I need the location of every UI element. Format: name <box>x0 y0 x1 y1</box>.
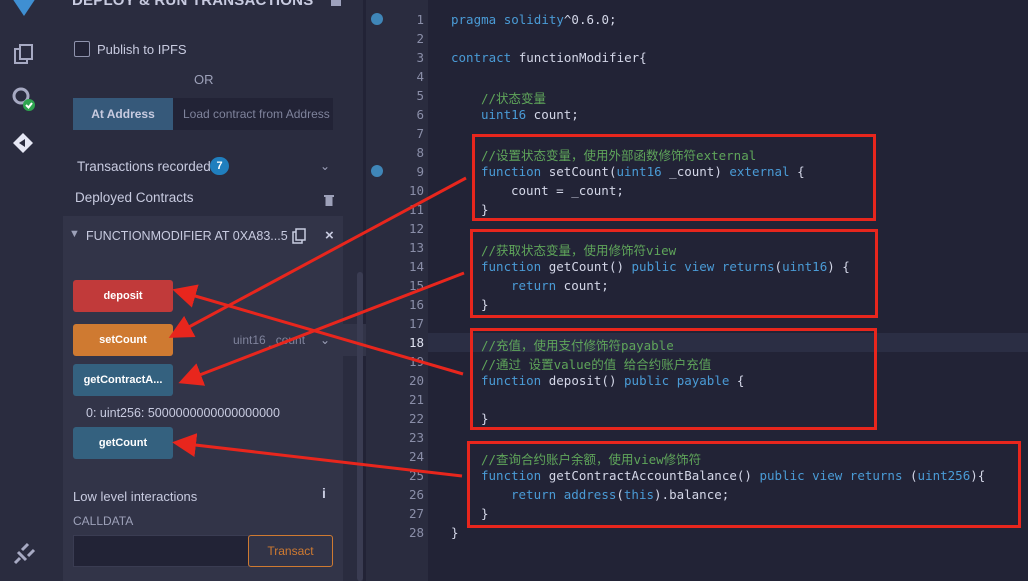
chevron-down-icon[interactable]: ⌄ <box>320 159 330 173</box>
code-line: //状态变量 <box>481 91 547 106</box>
line-number: 3 <box>416 50 424 65</box>
line-number: 2 <box>416 31 424 46</box>
info-icon[interactable]: i <box>322 485 326 501</box>
line-number: 6 <box>416 107 424 122</box>
line-number: 20 <box>408 373 424 388</box>
get-contract-balance-button[interactable]: getContractA... <box>73 364 173 396</box>
line-number: 26 <box>408 487 424 502</box>
code-line: pragma solidity^0.6.0; <box>451 12 617 27</box>
line-number: 11 <box>408 202 424 217</box>
publish-ipfs-label: Publish to IPFS <box>97 42 187 57</box>
transact-button[interactable]: Transact <box>248 535 333 567</box>
line-number: 21 <box>408 392 424 407</box>
load-address-input[interactable]: Load contract from Address <box>173 98 333 130</box>
contract-balance-result: 0: uint256: 5000000000000000000 <box>86 406 280 420</box>
line-number: 5 <box>416 88 424 103</box>
icon-sidebar <box>0 0 49 581</box>
line-number: 24 <box>408 449 424 464</box>
plugin-manager-icon[interactable] <box>10 542 36 568</box>
remix-logo-icon[interactable] <box>8 0 40 20</box>
annotation-box-setcount <box>472 134 876 221</box>
line-number: 22 <box>408 411 424 426</box>
line-number: 14 <box>408 259 424 274</box>
line-number: 16 <box>408 297 424 312</box>
line-number: 15 <box>408 278 424 293</box>
annotation-box-getcount <box>470 229 878 318</box>
deposit-button[interactable]: deposit <box>73 280 173 312</box>
collapse-panel-icon[interactable] <box>331 0 341 6</box>
instance-chevron-icon[interactable]: ▼ <box>69 228 80 240</box>
line-number: 18 <box>408 335 424 350</box>
calldata-input[interactable] <box>73 535 249 567</box>
copy-icon[interactable] <box>292 228 306 244</box>
code-line: } <box>451 525 459 540</box>
line-number: 9 <box>416 164 424 179</box>
code-line: uint16 count; <box>481 107 579 122</box>
transactions-recorded-label[interactable]: Transactions recorded <box>77 159 211 174</box>
panel-title: DEPLOY & RUN TRANSACTIONS <box>72 0 314 9</box>
at-address-button[interactable]: At Address <box>73 98 173 130</box>
line-number: 19 <box>408 354 424 369</box>
publish-ipfs-checkbox[interactable] <box>74 41 90 57</box>
instance-title: FUNCTIONMODIFIER AT 0XA83...5 <box>86 229 288 243</box>
deploy-run-icon[interactable] <box>10 130 36 156</box>
compiler-icon[interactable] <box>10 86 36 112</box>
deploy-panel: DEPLOY & RUN TRANSACTIONS Publish to IPF… <box>48 0 366 581</box>
line-number: 4 <box>416 69 424 84</box>
line-number: 7 <box>416 126 424 141</box>
line-number: 1 <box>416 12 424 27</box>
close-icon[interactable]: × <box>325 227 334 244</box>
file-explorer-icon[interactable] <box>10 42 36 68</box>
line-number: 27 <box>408 506 424 521</box>
line-number: 10 <box>408 183 424 198</box>
panel-scrollbar[interactable] <box>357 272 363 581</box>
line-number: 17 <box>408 316 424 331</box>
deployed-contracts-label: Deployed Contracts <box>75 190 194 205</box>
line-number: 8 <box>416 145 424 160</box>
expand-chevron-icon[interactable]: ⌄ <box>320 333 330 347</box>
setcount-button[interactable]: setCount <box>73 324 173 356</box>
low-level-interactions-label: Low level interactions <box>73 489 198 504</box>
line-number: 13 <box>408 240 424 255</box>
transactions-count-badge: 7 <box>210 157 229 175</box>
code-editor[interactable]: 1 2 3 4 5 6 7 8 9 10 11 12 13 14 15 16 17 18 19 20 21 22 23 24 2… <box>366 0 1028 581</box>
setcount-input[interactable]: uint16 _count <box>221 324 366 356</box>
trash-icon[interactable] <box>323 193 335 206</box>
line-number: 28 <box>408 525 424 540</box>
code-line: contract functionModifier{ <box>451 50 647 65</box>
line-number: 25 <box>408 468 424 483</box>
line-number: 12 <box>408 221 424 236</box>
annotation-box-deposit <box>470 328 877 430</box>
annotation-box-balance <box>467 441 1021 528</box>
line-number: 23 <box>408 430 424 445</box>
getcount-button[interactable]: getCount <box>73 427 173 459</box>
calldata-label: CALLDATA <box>73 514 134 528</box>
or-label: OR <box>194 72 214 87</box>
